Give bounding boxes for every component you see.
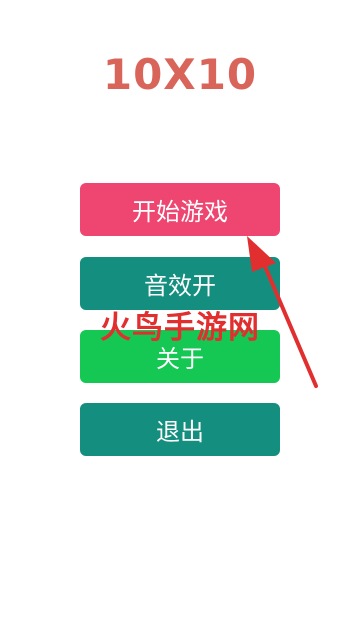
start-game-button[interactable]: 开始游戏: [80, 183, 280, 236]
app-title: 10X10: [102, 50, 258, 99]
exit-button[interactable]: 退出: [80, 403, 280, 456]
watermark-text: 火鸟手游网: [100, 310, 260, 346]
